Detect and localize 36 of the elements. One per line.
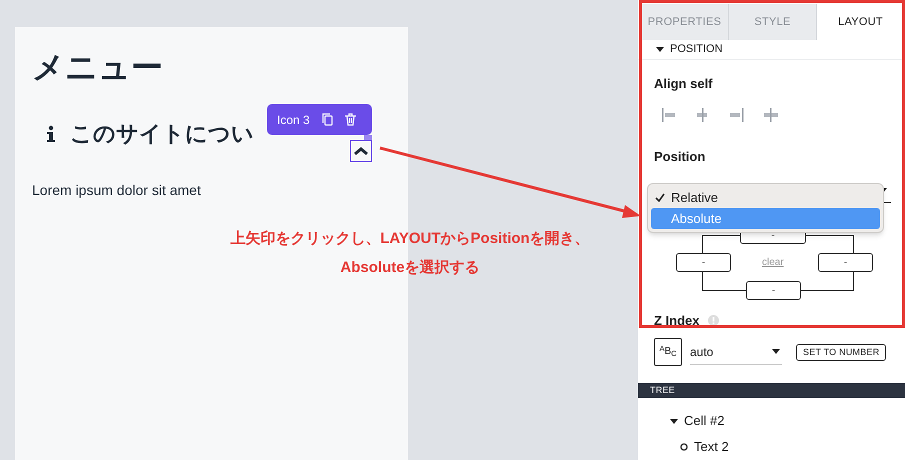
annotation-text: 上矢印をクリックし、LAYOUTからPositionを開き、 [230, 229, 590, 249]
margin-left-field[interactable]: - [676, 252, 731, 272]
caret-down-icon[interactable] [656, 45, 664, 54]
body-text: Lorem ipsum dolor sit amet [32, 181, 202, 200]
circle-icon [680, 443, 688, 451]
heading: メニュー [32, 48, 164, 87]
trash-icon[interactable] [344, 113, 356, 126]
checkmark-icon [655, 193, 665, 202]
field-label: Position [654, 148, 706, 166]
dropdown-option[interactable]: Relative [651, 187, 880, 208]
info-icon [46, 124, 56, 142]
copy-icon[interactable] [322, 113, 333, 126]
annotation-text: Absoluteを選択する [340, 258, 480, 278]
align-icon[interactable] [728, 107, 746, 124]
caret-down-icon[interactable] [670, 417, 678, 425]
margin-right-field[interactable]: - [818, 252, 873, 272]
align-icon[interactable] [660, 107, 678, 124]
element-label: Icon 3 [277, 112, 310, 128]
panel-tab[interactable]: LAYOUT [817, 4, 905, 40]
field-label: Align self [654, 74, 714, 93]
tree-header: TREE [638, 383, 905, 398]
text-type-icon[interactable]: $^{A}$B$_{C}$ [654, 338, 682, 366]
z-index-select[interactable]: auto [690, 339, 782, 366]
align-icon[interactable] [762, 107, 780, 124]
section-header[interactable]: POSITION [670, 41, 723, 58]
margin-bottom-field[interactable]: - [746, 280, 801, 300]
field-label: Z Index [654, 312, 700, 330]
tree-item[interactable]: Text 2 [694, 437, 729, 457]
selection-marker [364, 135, 372, 140]
info-icon[interactable] [708, 315, 719, 326]
tree-item[interactable]: Cell #2 [684, 411, 724, 431]
caret-down-icon [772, 348, 780, 355]
subheading: このサイトについ [70, 120, 254, 148]
set-to-number-button[interactable]: SET TO NUMBER [796, 344, 886, 361]
chevron-up-icon[interactable] [353, 146, 369, 156]
selected-icon-element[interactable] [350, 140, 372, 162]
